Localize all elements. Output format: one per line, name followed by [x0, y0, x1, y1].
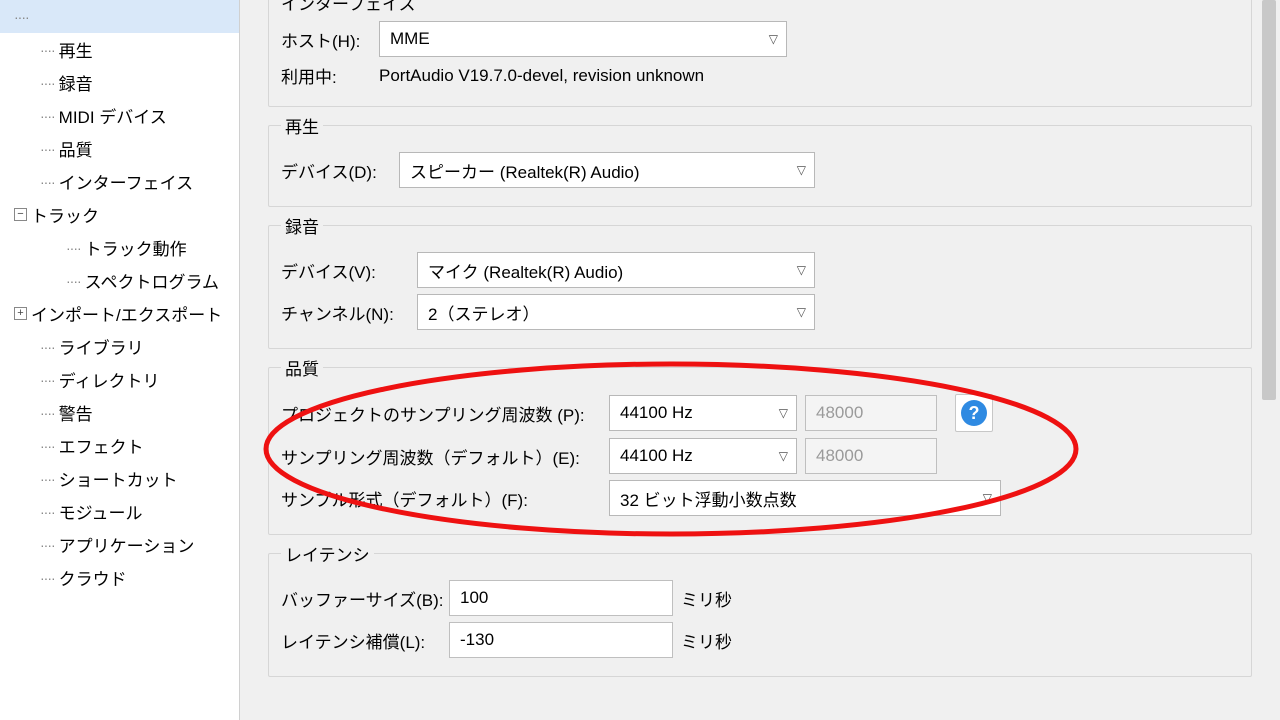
tree-item-label: スペクトログラム [85, 268, 219, 293]
latency-comp-label: レイテンシ補償(L): [281, 628, 441, 653]
group-quality: 品質 プロジェクトのサンプリング周波数 (P): 44100 Hz ▽ 4800… [268, 355, 1252, 535]
chevron-down-icon: ▽ [779, 449, 788, 463]
tree-item-track-behavior[interactable]: ····トラック動作 [0, 231, 239, 264]
buffer-size-unit: ミリ秒 [681, 586, 732, 611]
textbox-value: 100 [460, 588, 488, 608]
group-latency: レイテンシ バッファーサイズ(B): 100 ミリ秒 レイテンシ補償(L): -… [268, 541, 1252, 677]
tree-item-label: エフェクト [59, 433, 144, 458]
host-label: ホスト(H): [281, 27, 371, 52]
tree-item-label: 再生 [59, 37, 93, 62]
tree-item-modules[interactable]: ····モジュール [0, 495, 239, 528]
tree-item-warning[interactable]: ····警告 [0, 396, 239, 429]
project-sample-rate-combobox[interactable]: 44100 Hz ▽ [609, 395, 797, 431]
tree-item-playback[interactable]: ····再生 [0, 33, 239, 66]
tree-item-cloud[interactable]: ····クラウド [0, 561, 239, 594]
help-icon: ? [961, 400, 987, 426]
default-sample-format-label: サンプル形式（デフォルト）(F): [281, 486, 601, 511]
group-recording: 録音 デバイス(V): マイク (Realtek(R) Audio) ▽ チャン… [268, 213, 1252, 349]
tree-item-midi-devices[interactable]: ····MIDI デバイス [0, 99, 239, 132]
default-sample-rate-alt-input[interactable]: 48000 [805, 438, 937, 474]
textbox-value: 48000 [816, 403, 863, 423]
help-button[interactable]: ? [955, 394, 993, 432]
recording-device-combobox[interactable]: マイク (Realtek(R) Audio) ▽ [417, 252, 815, 288]
tree-item-tracks[interactable]: −トラック [0, 198, 239, 231]
group-legend: 録音 [281, 213, 323, 238]
combobox-value: 2（ステレオ） [428, 300, 539, 325]
group-legend: 品質 [281, 355, 323, 380]
combobox-value: スピーカー (Realtek(R) Audio) [410, 158, 640, 183]
group-interface: インターフェイス インターフェイス ホスト(H): MME ▽ 利用中: Por… [268, 0, 1252, 107]
chevron-down-icon: ▽ [769, 32, 778, 46]
tree-item-label: 品質 [59, 136, 93, 161]
host-combobox[interactable]: MME ▽ [379, 21, 787, 57]
tree-item-selected[interactable]: ···· [0, 0, 239, 33]
latency-comp-input[interactable]: -130 [449, 622, 673, 658]
project-sample-rate-label: プロジェクトのサンプリング周波数 (P): [281, 401, 601, 426]
tree-item-label: ライブラリ [59, 334, 144, 359]
chevron-down-icon: ▽ [983, 491, 992, 505]
project-sample-rate-alt-input[interactable]: 48000 [805, 395, 937, 431]
chevron-down-icon: ▽ [779, 406, 788, 420]
tree-item-label: 録音 [59, 70, 93, 95]
using-label: 利用中: [281, 63, 371, 88]
expand-icon[interactable]: + [14, 307, 27, 320]
tree-item-shortcuts[interactable]: ····ショートカット [0, 462, 239, 495]
scrollbar-thumb[interactable] [1262, 0, 1276, 400]
tree-item-label: トラック [31, 202, 99, 227]
collapse-icon[interactable]: − [14, 208, 27, 221]
tree-item-label: トラック動作 [85, 235, 187, 260]
vertical-scrollbar[interactable] [1260, 0, 1278, 720]
recording-device-label: デバイス(V): [281, 258, 409, 283]
default-sample-format-combobox[interactable]: 32 ビット浮動小数点数 ▽ [609, 480, 1001, 516]
tree-item-library[interactable]: ····ライブラリ [0, 330, 239, 363]
preferences-category-tree[interactable]: ···· ····再生 ····録音 ····MIDI デバイス ····品質 … [0, 0, 240, 720]
playback-device-label: デバイス(D): [281, 158, 391, 183]
group-title-visible: インターフェイス [281, 0, 1239, 15]
tree-item-quality[interactable]: ····品質 [0, 132, 239, 165]
tree-item-recording[interactable]: ····録音 [0, 66, 239, 99]
tree-item-label: アプリケーション [59, 532, 195, 557]
combobox-value: MME [390, 29, 430, 49]
tree-item-label: クラウド [59, 565, 127, 590]
buffer-size-label: バッファーサイズ(B): [281, 586, 441, 611]
tree-item-effects[interactable]: ····エフェクト [0, 429, 239, 462]
using-value: PortAudio V19.7.0-devel, revision unknow… [379, 66, 704, 86]
default-sample-rate-label: サンプリング周波数（デフォルト）(E): [281, 444, 601, 469]
group-playback: 再生 デバイス(D): スピーカー (Realtek(R) Audio) ▽ [268, 113, 1252, 207]
textbox-value: 48000 [816, 446, 863, 466]
tree-item-application[interactable]: ····アプリケーション [0, 528, 239, 561]
tree-item-label: インポート/エクスポート [31, 301, 222, 326]
combobox-value: 44100 Hz [620, 403, 693, 423]
tree-item-label: ディレクトリ [59, 367, 160, 392]
tree-item-label: ショートカット [59, 466, 178, 491]
tree-item-spectrogram[interactable]: ····スペクトログラム [0, 264, 239, 297]
chevron-down-icon: ▽ [797, 263, 806, 277]
tree-item-label: モジュール [59, 499, 143, 524]
tree-item-label: インターフェイス [59, 169, 193, 194]
latency-comp-unit: ミリ秒 [681, 628, 732, 653]
chevron-down-icon: ▽ [797, 163, 806, 177]
chevron-down-icon: ▽ [797, 305, 806, 319]
tree-item-directory[interactable]: ····ディレクトリ [0, 363, 239, 396]
tree-item-import-export[interactable]: + インポート/エクスポート [0, 297, 239, 330]
combobox-value: 32 ビット浮動小数点数 [620, 486, 797, 511]
default-sample-rate-combobox[interactable]: 44100 Hz ▽ [609, 438, 797, 474]
group-legend: レイテンシ [281, 541, 374, 566]
tree-item-interface[interactable]: ····インターフェイス [0, 165, 239, 198]
recording-channel-combobox[interactable]: 2（ステレオ） ▽ [417, 294, 815, 330]
recording-channel-label: チャンネル(N): [281, 300, 409, 325]
buffer-size-input[interactable]: 100 [449, 580, 673, 616]
tree-item-label: 警告 [59, 400, 93, 425]
group-legend: 再生 [281, 113, 323, 138]
combobox-value: 44100 Hz [620, 446, 693, 466]
combobox-value: マイク (Realtek(R) Audio) [428, 258, 623, 283]
preferences-panel: インターフェイス インターフェイス ホスト(H): MME ▽ 利用中: Por… [240, 0, 1280, 720]
playback-device-combobox[interactable]: スピーカー (Realtek(R) Audio) ▽ [399, 152, 815, 188]
tree-item-label: MIDI デバイス [59, 103, 167, 128]
textbox-value: -130 [460, 630, 494, 650]
